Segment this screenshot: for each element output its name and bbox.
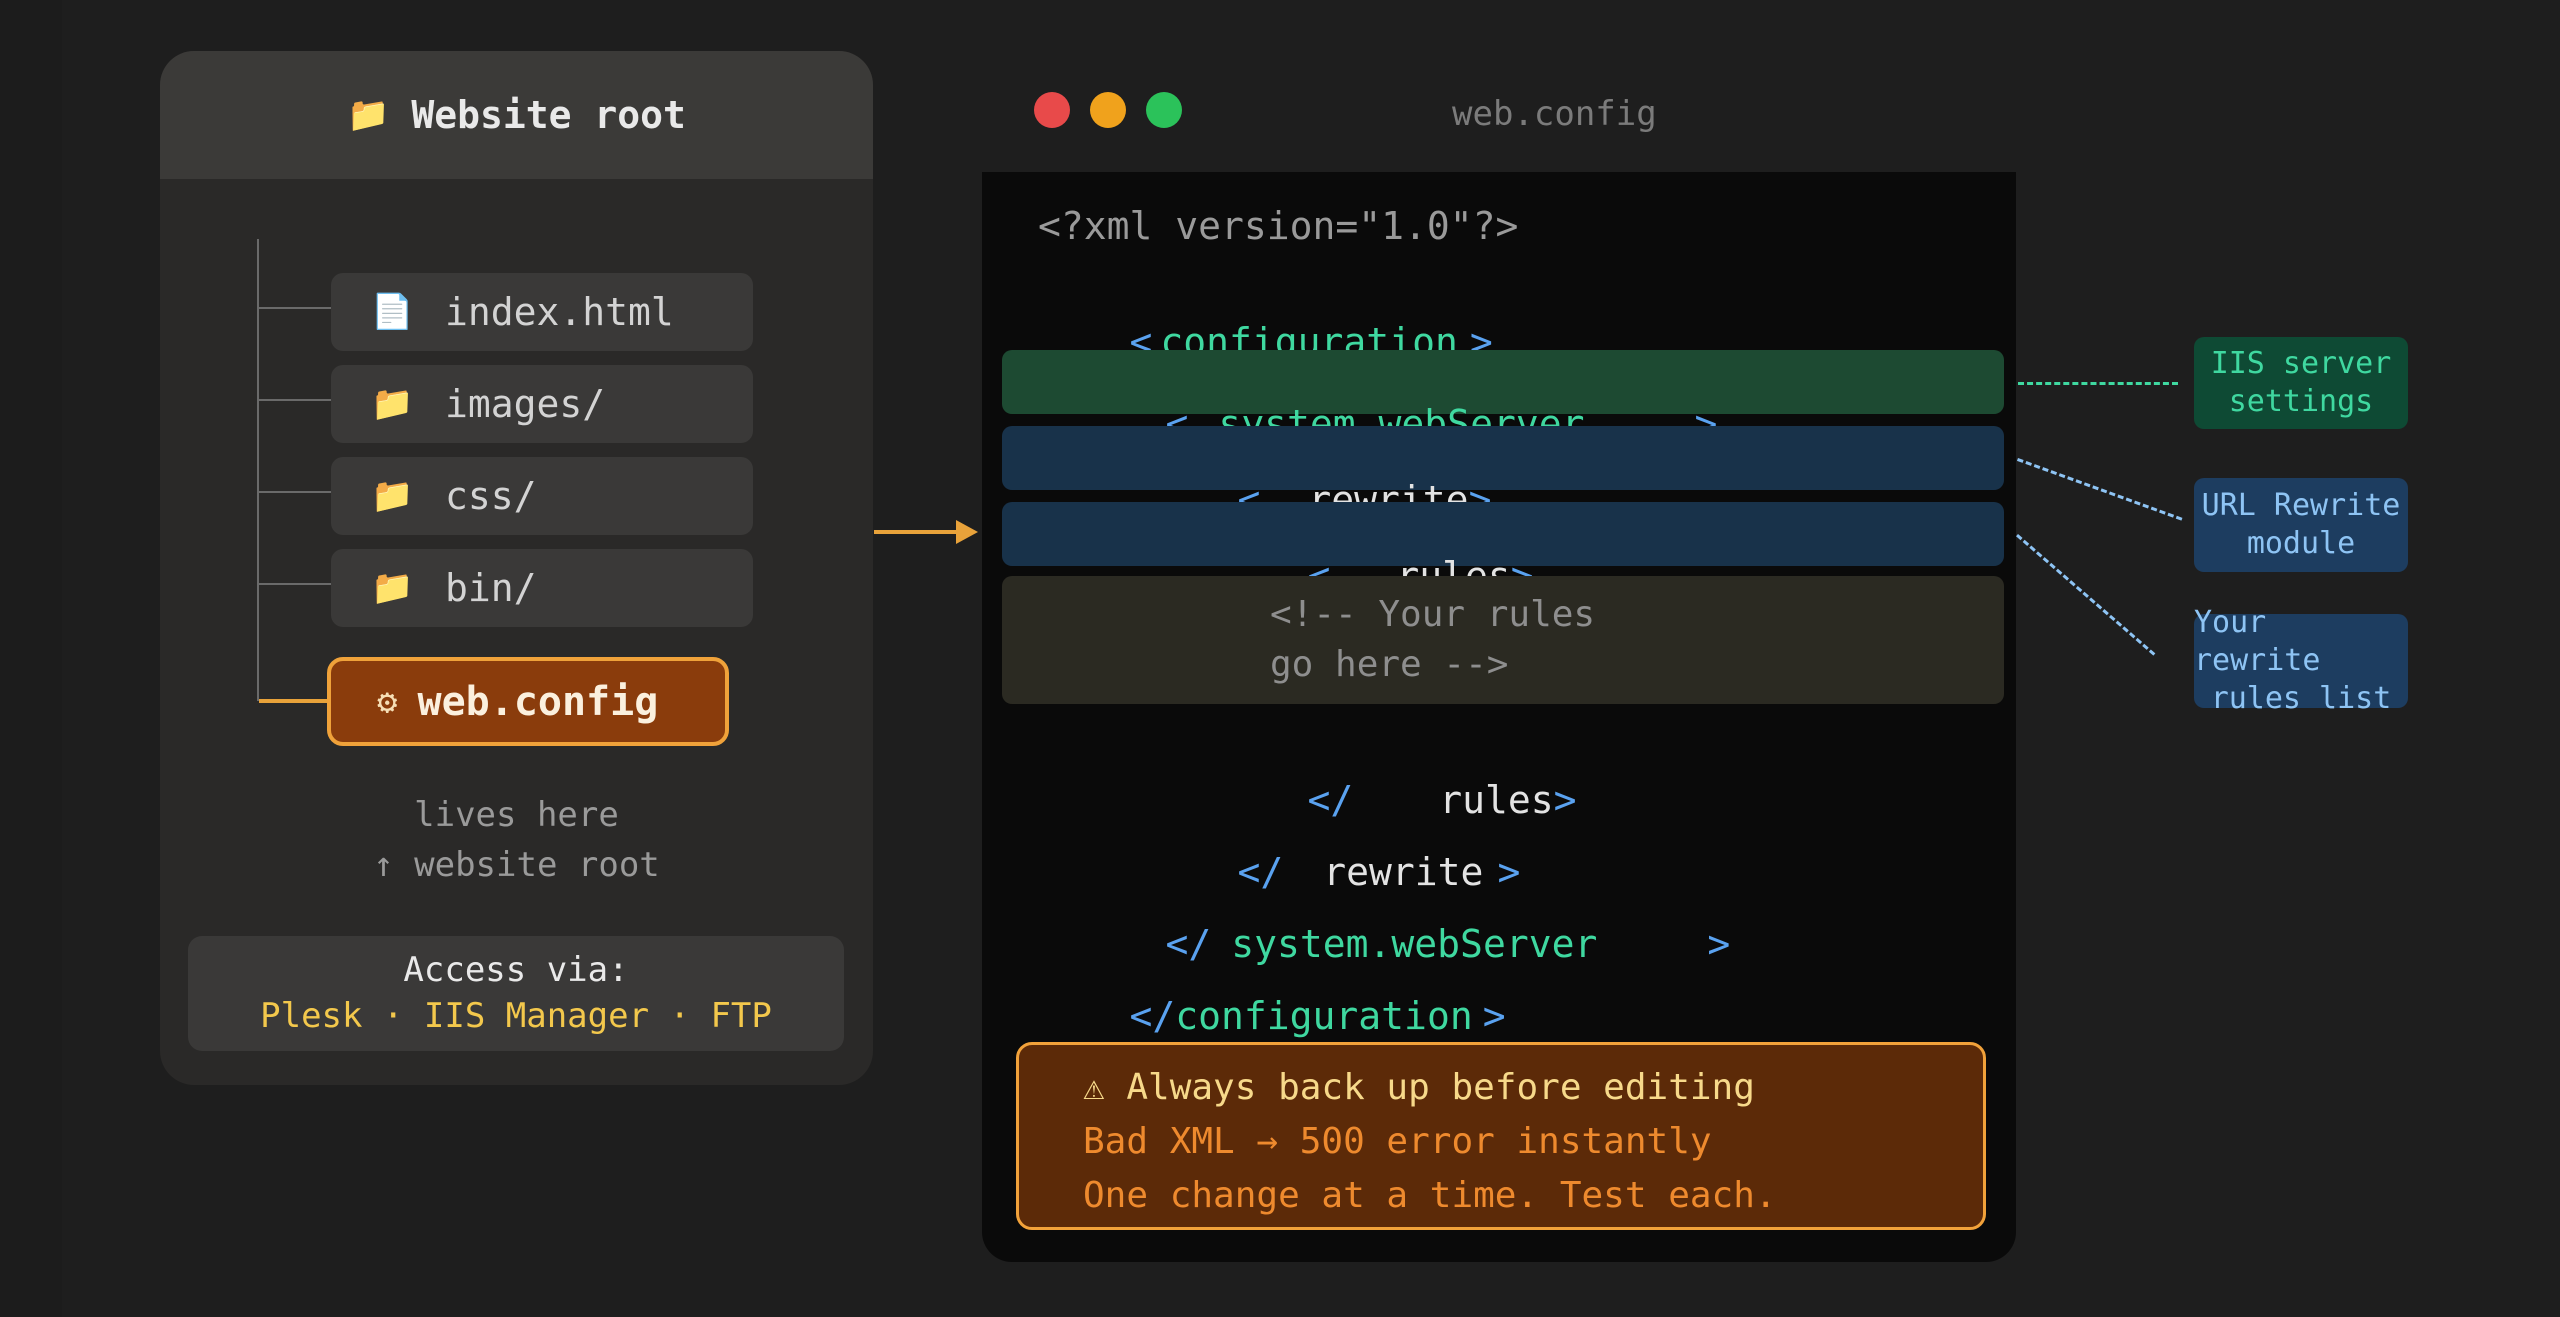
warning-detail: Bad XML → 500 error instantly xyxy=(1083,1121,1712,1162)
tag-bracket: > xyxy=(1482,994,1506,1038)
tag-bracket: > xyxy=(1553,778,1577,822)
annotation-connector xyxy=(2018,382,2178,385)
web-config-name: web.config xyxy=(417,678,659,725)
file-item-index-html[interactable]: 📄 index.html xyxy=(331,273,753,351)
maximize-window-dot[interactable] xyxy=(1146,92,1182,128)
web-config-connector xyxy=(259,699,327,703)
file-item-images[interactable]: 📁 images/ xyxy=(331,365,753,443)
location-caption-line2: ↑ website root xyxy=(373,845,660,885)
code-editor[interactable]: <?xml version="1.0"?> < configuration > < s… xyxy=(982,172,2016,1262)
annotation-line: rules list xyxy=(2210,681,2392,716)
annotation-line: settings xyxy=(2228,384,2374,419)
annotation-line: Your rewrite xyxy=(2194,605,2321,678)
website-root-title: Website root xyxy=(411,93,686,137)
warning-detail: One change at a time. Test each. xyxy=(1083,1175,1777,1216)
minimize-window-dot[interactable] xyxy=(1090,92,1126,128)
xml-declaration: <?xml version="1.0"?> xyxy=(1038,204,1519,248)
editor-title-bar: web.config xyxy=(982,84,2016,144)
tag-bracket: </ xyxy=(1129,994,1176,1038)
file-name: css/ xyxy=(445,474,537,518)
backup-warning-box: ⚠ Always back up before editing Bad XML … xyxy=(1016,1042,1986,1230)
tree-connector xyxy=(259,583,331,585)
file-name: images/ xyxy=(445,382,606,426)
access-via-box: Access via: Plesk · IIS Manager · FTP xyxy=(188,936,844,1051)
folder-icon: 📁 xyxy=(371,476,414,516)
file-name: index.html xyxy=(445,290,674,334)
warning-title: ⚠ Always back up before editing xyxy=(1083,1067,1755,1108)
annotation-rewrite-rules-list: Your rewrite rules list xyxy=(2194,605,2408,716)
folder-icon: 📁 xyxy=(371,384,414,424)
file-item-web-config[interactable]: ⚙ web.config xyxy=(327,657,729,746)
file-item-css[interactable]: 📁 css/ xyxy=(331,457,753,535)
folder-icon: 📁 xyxy=(371,568,414,608)
arrow-head-icon xyxy=(956,520,978,544)
comment-line: <!-- Your rules xyxy=(1270,594,1596,635)
annotation-iis-server-settings: IIS server settings xyxy=(2194,337,2408,429)
folder-icon: 📁 xyxy=(347,95,390,135)
access-via-tools: Plesk · IIS Manager · FTP xyxy=(260,996,772,1036)
close-window-dot[interactable] xyxy=(1034,92,1070,128)
access-via-label: Access via: xyxy=(403,950,629,990)
tree-connector xyxy=(259,491,331,493)
annotation-line: module xyxy=(2246,526,2356,561)
tag-name: configuration xyxy=(1175,994,1473,1038)
annotation-line: IIS server xyxy=(2210,346,2392,381)
location-caption-line1: lives here xyxy=(414,795,619,835)
file-name: bin/ xyxy=(445,566,537,610)
annotation-url-rewrite-module: URL Rewrite module xyxy=(2194,478,2408,572)
editor-title: web.config xyxy=(1452,94,1657,134)
comment-line: go here --> xyxy=(1270,644,1509,685)
website-root-panel: 📁 Website root 📄 index.html 📁 images/ 📁 … xyxy=(160,51,873,1085)
tree-connector xyxy=(259,307,331,309)
tree-connector xyxy=(259,399,331,401)
annotation-line: URL Rewrite xyxy=(2201,488,2401,523)
file-item-bin[interactable]: 📁 bin/ xyxy=(331,549,753,627)
website-root-header: 📁 Website root xyxy=(160,51,873,179)
file-icon: 📄 xyxy=(371,292,414,332)
rules-placeholder-comment: <!-- Your rules go here --> xyxy=(1002,576,2004,704)
gear-icon: ⚙ xyxy=(377,681,398,722)
tag-bracket: > xyxy=(1707,922,1731,966)
